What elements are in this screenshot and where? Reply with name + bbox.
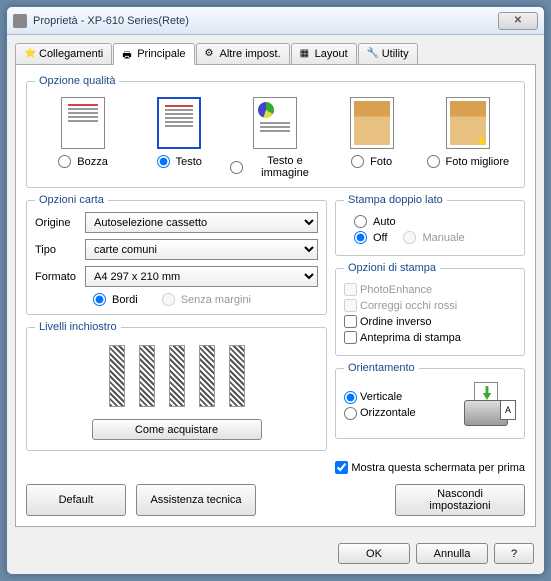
reverse-check[interactable]	[344, 315, 357, 328]
portrait-radio[interactable]	[344, 391, 357, 404]
ink-bars	[35, 339, 318, 413]
printopts-legend: Opzioni di stampa	[344, 262, 440, 274]
orient-landscape[interactable]: Orizzontale	[344, 407, 452, 420]
default-button[interactable]: Default	[26, 484, 126, 516]
opt-photoenhance: PhotoEnhance	[344, 283, 516, 296]
ink-bar-1	[109, 345, 125, 407]
tab-other[interactable]: ⚙Altre impost.	[196, 43, 290, 65]
window-title: Proprietà - XP-610 Series(Rete)	[33, 15, 498, 27]
size-label: Formato	[35, 271, 85, 283]
cancel-button[interactable]: Annulla	[416, 543, 488, 564]
titlebar[interactable]: Proprietà - XP-610 Series(Rete) ✕	[7, 7, 544, 35]
ink-bar-5	[229, 345, 245, 407]
opt-reverse[interactable]: Ordine inverso	[344, 315, 516, 328]
landscape-radio[interactable]	[344, 407, 357, 420]
size-select[interactable]: A4 297 x 210 mm	[85, 266, 318, 287]
layout-icon: ▦	[300, 48, 312, 60]
ink-legend: Livelli inchiostro	[35, 321, 121, 333]
ok-button[interactable]: OK	[338, 543, 410, 564]
quality-draft-radio[interactable]	[58, 155, 71, 168]
close-button[interactable]: ✕	[498, 12, 538, 30]
duplex-group: Stampa doppio lato Auto Off Manuale	[335, 194, 525, 256]
dialog-button-row: OK Annulla ?	[7, 535, 544, 574]
tab-utility[interactable]: 🔧Utility	[358, 43, 418, 65]
borders-option[interactable]: Bordi	[93, 293, 138, 306]
borders-radio[interactable]	[93, 293, 106, 306]
dialog-window: Proprietà - XP-610 Series(Rete) ✕ ⭐Colle…	[6, 6, 545, 575]
duplex-legend: Stampa doppio lato	[344, 194, 447, 206]
quality-photo-radio[interactable]	[351, 155, 364, 168]
ink-bar-3	[169, 345, 185, 407]
tab-strip: ⭐Collegamenti 🖶Principale ⚙Altre impost.…	[15, 43, 536, 65]
wrench-icon: 🔧	[367, 48, 379, 60]
support-button[interactable]: Assistenza tecnica	[136, 484, 256, 516]
printer-orientation-icon: A	[460, 380, 516, 430]
ink-bar-2	[139, 345, 155, 407]
duplex-auto[interactable]: Auto	[354, 215, 396, 228]
quality-text[interactable]: Testo	[134, 97, 224, 179]
paper-legend: Opzioni carta	[35, 194, 108, 206]
printer-icon	[13, 14, 27, 28]
ink-group: Livelli inchiostro Come acquistare	[26, 321, 327, 451]
quality-legend: Opzione qualità	[35, 75, 119, 87]
quality-photobest-radio[interactable]	[427, 155, 440, 168]
printopts-group: Opzioni di stampa PhotoEnhance Correggi …	[335, 262, 525, 356]
redeye-check	[344, 299, 357, 312]
printer-icon: 🖶	[122, 48, 134, 60]
duplex-manual: Manuale	[403, 231, 464, 244]
tab-main[interactable]: 🖶Principale	[113, 43, 194, 65]
quality-textimage[interactable]: Testo e immagine	[230, 97, 320, 179]
type-select[interactable]: carte comuni	[85, 239, 318, 260]
quality-photo[interactable]: Foto	[327, 97, 417, 179]
orientation-group: Orientamento Verticale Orizzontale A	[335, 362, 525, 439]
star-icon: ⭐	[24, 48, 36, 60]
buy-ink-button[interactable]: Come acquistare	[92, 419, 262, 440]
help-button[interactable]: ?	[494, 543, 534, 564]
quality-draft[interactable]: Bozza	[38, 97, 128, 179]
dialog-content: ⭐Collegamenti 🖶Principale ⚙Altre impost.…	[7, 35, 544, 535]
orientation-legend: Orientamento	[344, 362, 419, 374]
photoenhance-check	[344, 283, 357, 296]
source-label: Origine	[35, 217, 85, 229]
orient-portrait[interactable]: Verticale	[344, 391, 452, 404]
quality-textimage-radio[interactable]	[230, 161, 243, 174]
hide-settings-button[interactable]: Nascondi impostazioni	[395, 484, 525, 516]
ink-bar-4	[199, 345, 215, 407]
duplex-manual-radio	[403, 231, 416, 244]
paper-group: Opzioni carta Origine Autoselezione cass…	[26, 194, 327, 315]
duplex-off-radio[interactable]	[354, 231, 367, 244]
borderless-radio	[162, 293, 175, 306]
preview-check[interactable]	[344, 331, 357, 344]
opt-preview[interactable]: Anteprima di stampa	[344, 331, 516, 344]
gear-icon: ⚙	[205, 48, 217, 60]
quality-photobest[interactable]: Foto migliore	[423, 97, 513, 179]
source-select[interactable]: Autoselezione cassetto	[85, 212, 318, 233]
opt-redeye: Correggi occhi rossi	[344, 299, 516, 312]
tab-layout[interactable]: ▦Layout	[291, 43, 357, 65]
show-first-option[interactable]: Mostra questa schermata per prima	[26, 461, 525, 474]
duplex-auto-radio[interactable]	[354, 215, 367, 228]
quality-group: Opzione qualità Bozza Testo Testo e imma…	[26, 75, 525, 188]
tab-links[interactable]: ⭐Collegamenti	[15, 43, 112, 65]
tab-panel-main: Opzione qualità Bozza Testo Testo e imma…	[15, 64, 536, 527]
type-label: Tipo	[35, 244, 85, 256]
borderless-option: Senza margini	[162, 293, 251, 306]
show-first-check[interactable]	[335, 461, 348, 474]
quality-text-radio[interactable]	[157, 155, 170, 168]
duplex-off[interactable]: Off	[354, 231, 387, 244]
